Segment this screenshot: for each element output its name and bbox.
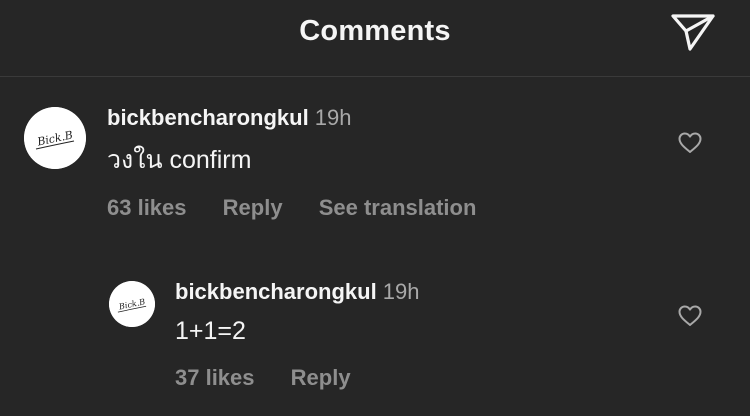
avatar[interactable]: Bick.B [109,281,155,327]
likes-count[interactable]: 37 likes [175,365,255,391]
comment-header: bickbencharongkul 19h [175,279,419,305]
comment-text: 1+1=2 [175,317,246,345]
comment-actions: 37 likes Reply [175,365,381,391]
comments-screen: Comments Bick.B bickbencharongkul 19h วงใ… [0,0,750,416]
reply-item: Bick.B bickbencharongkul 19h 1+1=2 37 lik… [0,0,750,416]
reply-button[interactable]: Reply [291,365,351,391]
timestamp: 19h [382,279,420,304]
heart-icon [678,305,702,326]
signature-avatar-image: Bick.B [109,281,155,327]
like-button[interactable] [675,301,705,331]
username[interactable]: bickbencharongkul [175,279,377,304]
